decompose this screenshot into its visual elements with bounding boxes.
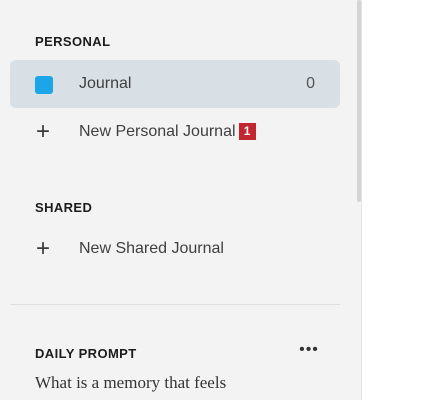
annotation-badge: 1 xyxy=(238,123,256,140)
plus-icon: + xyxy=(35,118,50,145)
journal-label: Journal xyxy=(79,75,132,92)
section-divider xyxy=(10,304,340,305)
app-window: PERSONAL Journal 0 + New Personal Journa… xyxy=(0,0,422,400)
daily-prompt-heading: DAILY PROMPT xyxy=(35,346,137,361)
personal-heading: PERSONAL xyxy=(35,34,111,49)
plus-icon: + xyxy=(35,235,50,262)
shared-heading: SHARED xyxy=(35,200,93,215)
new-personal-journal-label: New Personal Journal xyxy=(79,123,236,140)
new-personal-journal-text: New Personal Journal 1 xyxy=(79,123,256,141)
daily-prompt-text: What is a memory that feels xyxy=(35,373,227,392)
sidebar-scrollbar[interactable] xyxy=(357,0,361,202)
journal-sidebar: PERSONAL Journal 0 + New Personal Journa… xyxy=(0,0,362,400)
journal-entry-count: 0 xyxy=(306,75,315,92)
new-shared-journal-label: New Shared Journal xyxy=(79,240,224,257)
more-options-icon[interactable]: ••• xyxy=(296,342,322,361)
new-personal-journal-button[interactable]: + New Personal Journal 1 xyxy=(10,108,340,156)
journal-item[interactable]: Journal 0 xyxy=(10,60,340,108)
journal-color-swatch xyxy=(35,76,53,94)
new-shared-journal-button[interactable]: + New Shared Journal xyxy=(10,225,340,273)
